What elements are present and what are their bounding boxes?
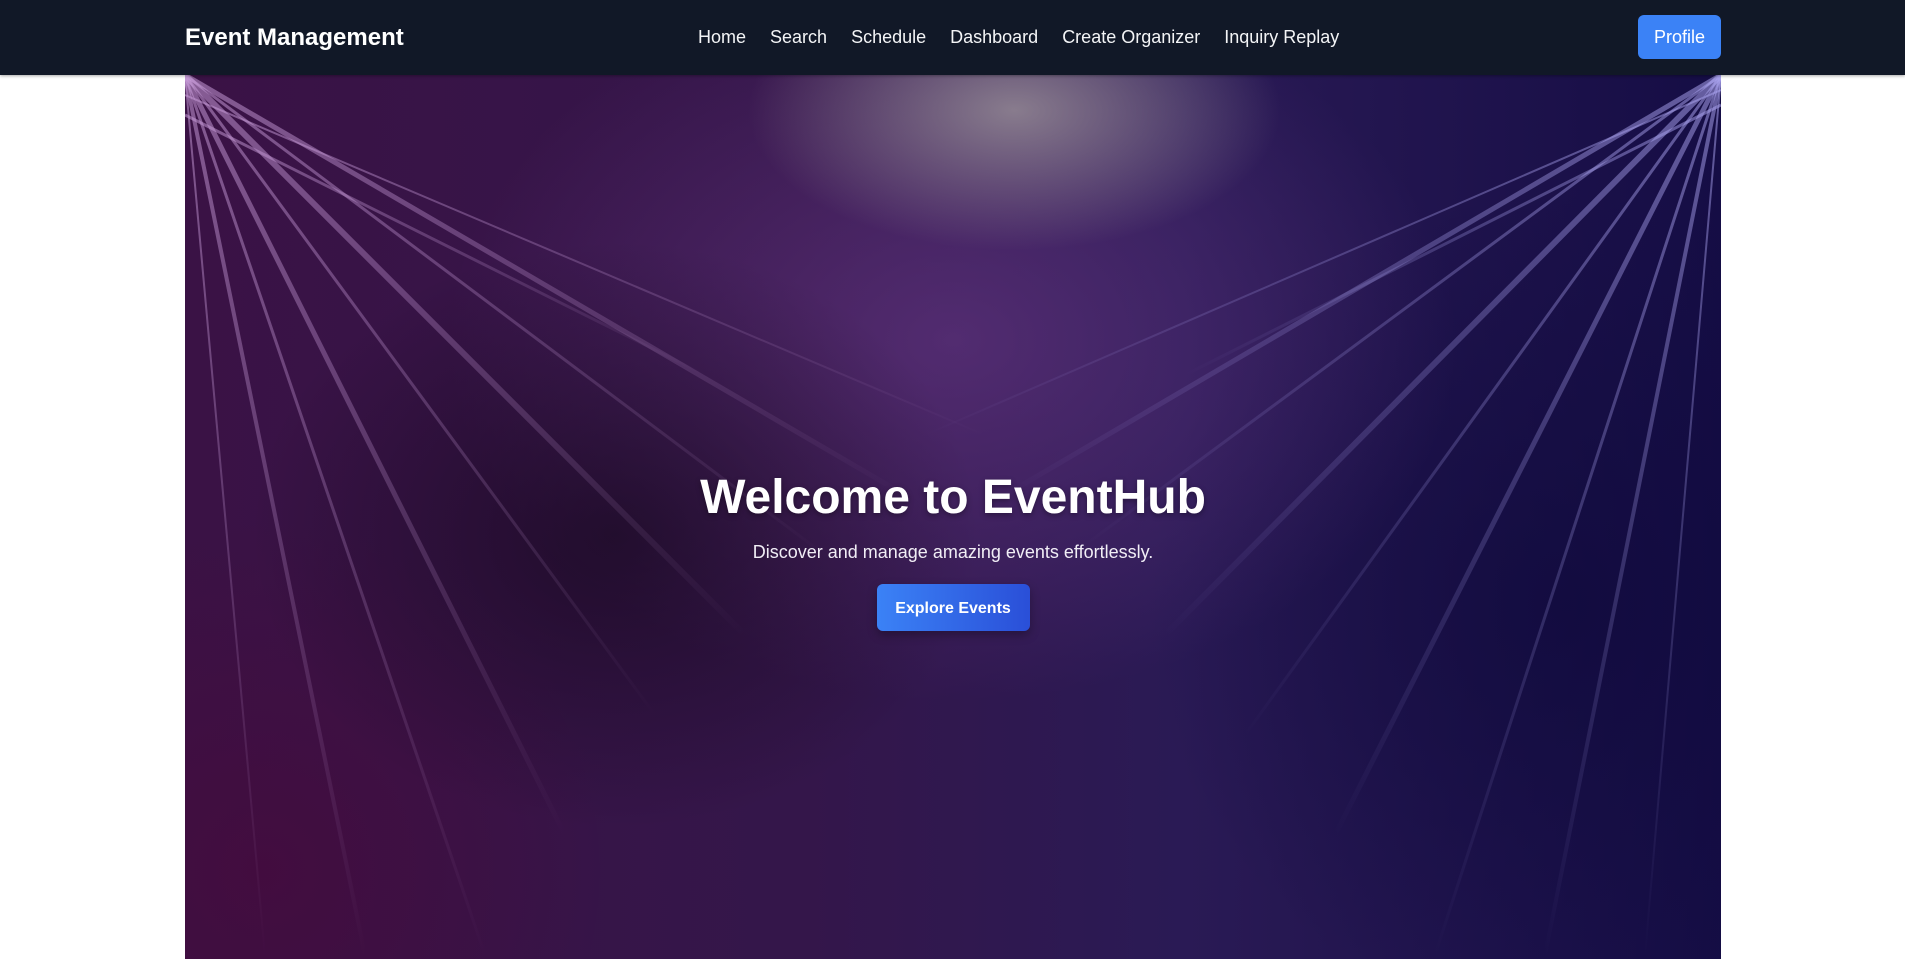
nav-link-inquiry-replay[interactable]: Inquiry Replay	[1224, 27, 1339, 48]
nav-link-dashboard[interactable]: Dashboard	[950, 27, 1038, 48]
hero-subtitle: Discover and manage amazing events effor…	[752, 542, 1154, 562]
explore-events-button[interactable]: Explore Events	[876, 584, 1030, 631]
profile-button[interactable]: Profile	[1638, 15, 1721, 59]
nav-link-create-organizer[interactable]: Create Organizer	[1062, 27, 1200, 48]
nav-links: Home Search Schedule Dashboard Create Or…	[698, 0, 1339, 75]
nav-link-schedule[interactable]: Schedule	[851, 27, 926, 48]
brand-title[interactable]: Event Management	[185, 0, 404, 75]
hero-content: Welcome to EventHub Discover and manage …	[185, 470, 1721, 631]
nav-link-home[interactable]: Home	[698, 27, 746, 48]
navbar: Event Management Home Search Schedule Da…	[0, 0, 1905, 75]
hero-banner: Welcome to EventHub Discover and manage …	[185, 75, 1721, 959]
nav-link-search[interactable]: Search	[770, 27, 827, 48]
hero-title: Welcome to EventHub	[700, 471, 1206, 524]
